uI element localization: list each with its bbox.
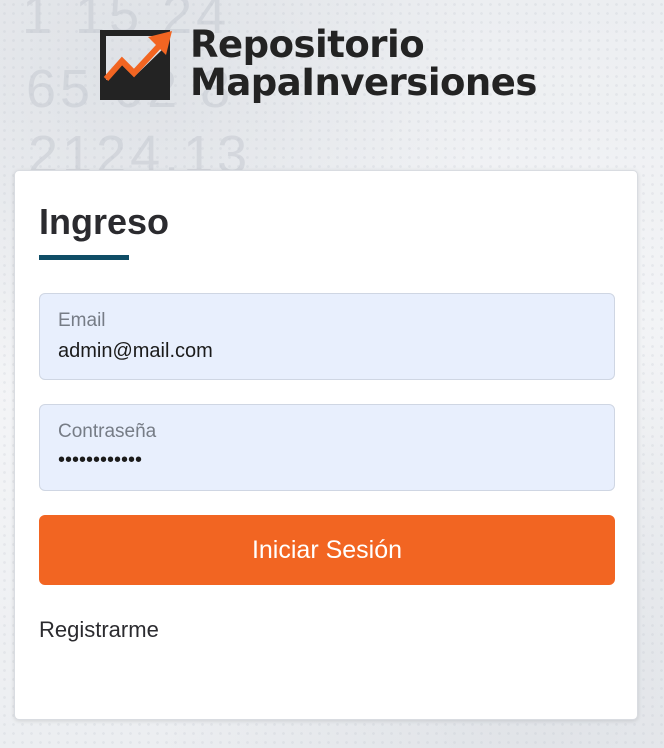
- brand-header: Repositorio MapaInversiones: [100, 26, 537, 102]
- email-label: Email: [58, 310, 106, 331]
- password-label: Contraseña: [58, 421, 157, 442]
- brand-line-2: MapaInversiones: [190, 61, 537, 104]
- password-field[interactable]: Contraseña ••••••••••••: [39, 404, 615, 491]
- email-field[interactable]: Email admin@mail.com: [39, 293, 615, 380]
- password-input[interactable]: ••••••••••••: [58, 449, 142, 472]
- login-title: Ingreso: [39, 201, 170, 242]
- title-underline: [39, 255, 129, 260]
- login-card: Ingreso Email admin@mail.com Contraseña …: [14, 170, 638, 720]
- email-input[interactable]: admin@mail.com: [58, 340, 213, 363]
- login-button[interactable]: Iniciar Sesión: [39, 515, 615, 585]
- brand-name: Repositorio MapaInversiones: [190, 26, 537, 102]
- chart-growth-arrow-icon: [100, 30, 172, 100]
- register-link[interactable]: Registrarme: [39, 617, 159, 643]
- brand-line-1: Repositorio: [190, 23, 425, 66]
